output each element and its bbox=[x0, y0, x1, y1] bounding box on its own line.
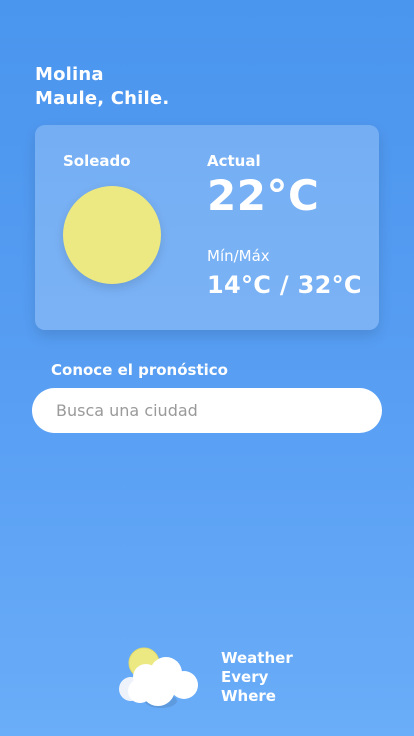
sun-cloud-icon bbox=[119, 647, 198, 708]
condition-label: Soleado bbox=[63, 152, 131, 170]
location-city: Molina bbox=[35, 64, 104, 85]
city-search-input[interactable] bbox=[32, 388, 382, 433]
current-temperature: 22°C bbox=[207, 171, 320, 220]
minmax-value: 14°C / 32°C bbox=[207, 271, 362, 299]
brand-name: Weather Every Where bbox=[221, 649, 293, 706]
forecast-label: Conoce el pronóstico bbox=[51, 361, 228, 379]
minmax-label: Mín/Máx bbox=[207, 247, 270, 265]
brand-line-3: Where bbox=[221, 687, 276, 705]
location-region: Maule, Chile. bbox=[35, 88, 170, 109]
weather-card: Soleado Actual 22°C Mín/Máx 14°C / 32°C bbox=[35, 125, 379, 330]
location: Molina Maule, Chile. bbox=[35, 63, 169, 111]
sun-icon bbox=[63, 186, 161, 284]
current-label: Actual bbox=[207, 152, 261, 170]
brand-line-2: Every bbox=[221, 668, 269, 686]
app-screen: Molina Maule, Chile. Soleado Actual 22°C… bbox=[0, 0, 414, 736]
brand-line-1: Weather bbox=[221, 649, 293, 667]
